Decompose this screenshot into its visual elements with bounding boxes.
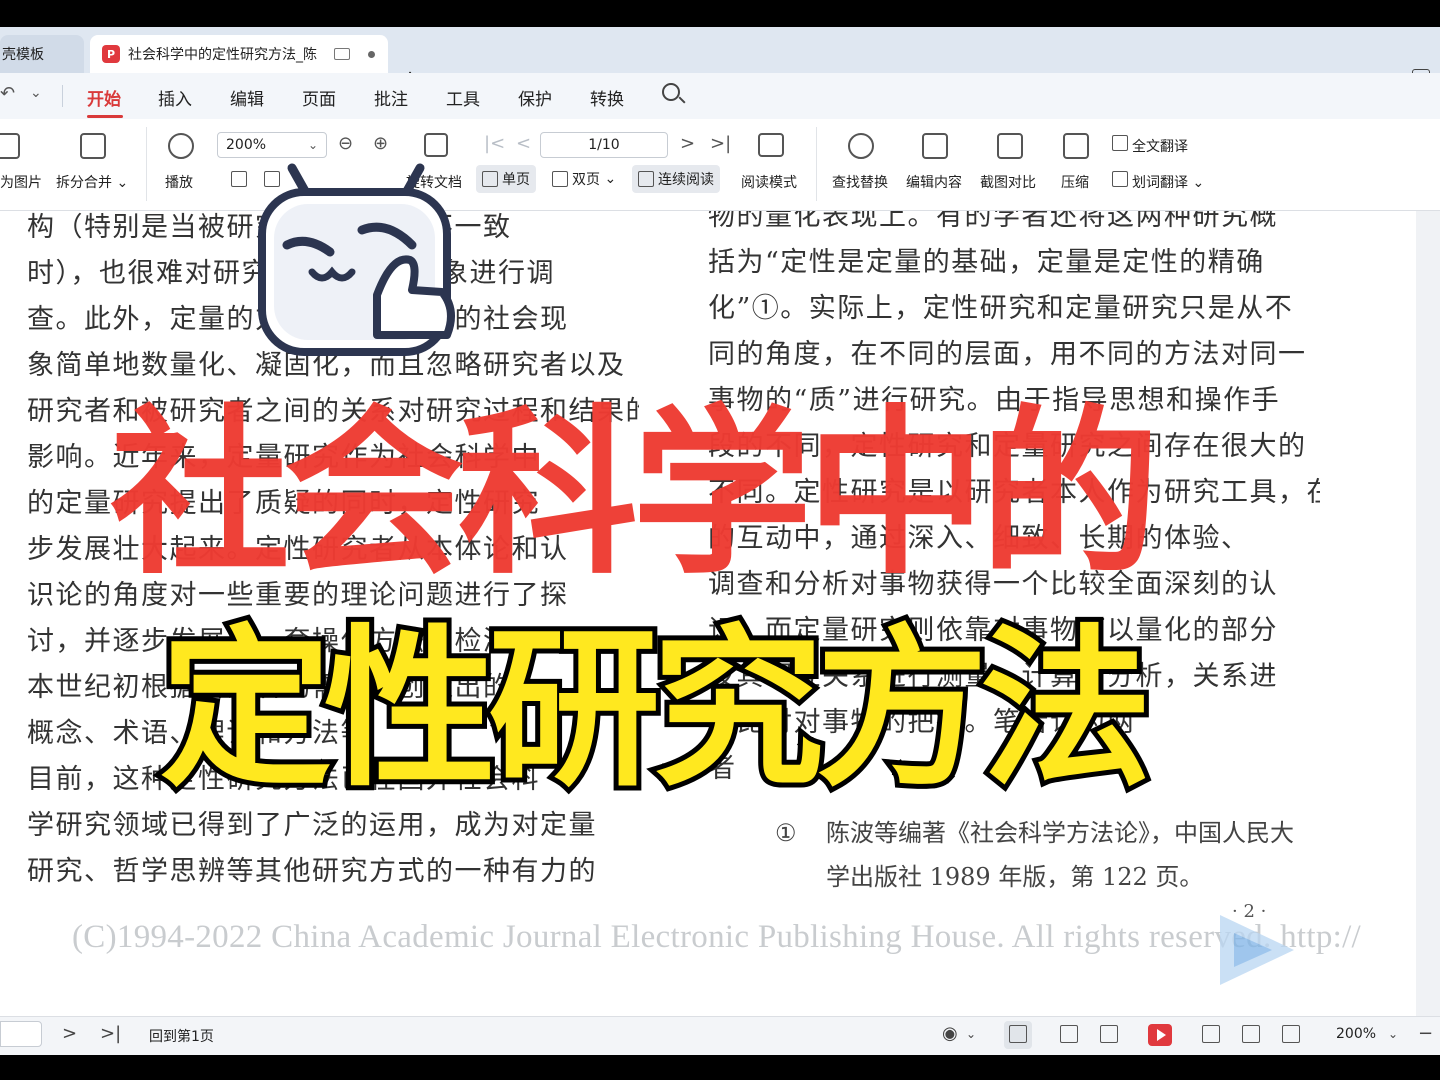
fit-width-icon[interactable] bbox=[1202, 1025, 1220, 1043]
eye-icon[interactable]: ◉ bbox=[942, 1023, 958, 1044]
double-page-icon bbox=[552, 171, 568, 187]
footnote-line: 陈波等编著《社会科学方法论》，中国人民大 bbox=[826, 819, 1294, 847]
rotate-icon[interactable] bbox=[424, 133, 448, 157]
text-line: 物的量化表现上。有的学者还将这两种研究概 bbox=[708, 211, 1278, 232]
split-merge-label[interactable]: 拆分合并 ⌄ bbox=[56, 172, 128, 192]
translate-icon bbox=[1112, 135, 1128, 151]
overlay-title-yellow: 定性研究方法 bbox=[155, 605, 1157, 815]
to-image-icon[interactable] bbox=[0, 133, 20, 159]
play-label[interactable]: 播放 bbox=[165, 172, 193, 192]
menu-annotate[interactable]: 批注 bbox=[374, 85, 408, 110]
to-image-label[interactable]: 为图片 bbox=[0, 172, 42, 192]
mascot-sticker-icon bbox=[258, 163, 455, 356]
monitor-icon bbox=[334, 48, 350, 60]
find-replace-icon[interactable] bbox=[848, 133, 874, 159]
play-watermark-icon bbox=[1220, 915, 1294, 985]
overlay-title-red: 社会科学中的 bbox=[110, 390, 1160, 599]
menu-page[interactable]: 页面 bbox=[302, 85, 336, 110]
play-slideshow-icon[interactable] bbox=[1148, 1024, 1172, 1046]
tab-template[interactable]: 壳模板 bbox=[0, 35, 84, 73]
footnote-mark: ① bbox=[775, 819, 797, 847]
find-replace-label[interactable]: 查找替换 bbox=[832, 172, 888, 192]
tab-document-label: 社会科学中的定性研究方法_陈 bbox=[128, 47, 317, 63]
copyright-watermark: (C)1994-2022 China Academic Journal Elec… bbox=[72, 919, 1362, 955]
window-bottom-bar bbox=[0, 1055, 1440, 1080]
search-icon[interactable] bbox=[662, 83, 680, 101]
toolbar-divider bbox=[816, 127, 817, 201]
word-translate-icon bbox=[1112, 171, 1128, 187]
zoom-out-icon[interactable]: ⊖ bbox=[338, 133, 353, 154]
read-mode-icon[interactable] bbox=[758, 133, 784, 157]
play-icon[interactable] bbox=[168, 133, 194, 159]
tab-document[interactable]: P 社会科学中的定性研究方法_陈 bbox=[90, 35, 388, 73]
menu-active-underline bbox=[87, 115, 123, 118]
continuous-read-icon bbox=[638, 171, 654, 187]
edit-content-label[interactable]: 编辑内容 bbox=[906, 172, 962, 192]
menu-tools[interactable]: 工具 bbox=[446, 85, 480, 110]
unsaved-dot-icon[interactable] bbox=[368, 50, 375, 58]
menu-edit[interactable]: 编辑 bbox=[230, 85, 264, 110]
continuous-view-icon bbox=[1009, 1025, 1027, 1043]
ribbon-toolbar: 为图片 拆分合并 ⌄ 播放 200% ⌄ ⊖ ⊕ 旋转文档 |< < 1/10 … bbox=[0, 119, 1440, 211]
double-page-view-icon[interactable] bbox=[1100, 1025, 1118, 1043]
full-translate-button[interactable]: 全文翻译 bbox=[1112, 135, 1188, 156]
menu-protect[interactable]: 保护 bbox=[518, 85, 552, 110]
tab-template-label: 壳模板 bbox=[2, 47, 44, 63]
zoom-out-icon[interactable]: − bbox=[1418, 1023, 1433, 1044]
status-bar: > >| 回到第1页 ◉ ⌄ 200% ⌄ − bbox=[0, 1016, 1440, 1055]
tab-strip: 壳模板 P 社会科学中的定性研究方法_陈 + ⌄ bbox=[0, 27, 1440, 93]
single-page-icon bbox=[482, 171, 498, 187]
zoom-level[interactable]: 200% bbox=[1336, 1026, 1376, 1042]
first-page-icon[interactable]: |< bbox=[484, 133, 505, 154]
read-mode-label[interactable]: 阅读模式 bbox=[741, 172, 797, 192]
chevron-down-icon: ⌄ bbox=[307, 138, 318, 152]
single-page-button[interactable]: 单页 bbox=[476, 165, 536, 193]
zoom-in-icon[interactable]: ⊕ bbox=[373, 133, 388, 154]
menu-insert[interactable]: 插入 bbox=[158, 85, 192, 110]
fit-width-icon bbox=[231, 171, 247, 187]
split-merge-icon[interactable] bbox=[80, 133, 106, 159]
next-page-icon[interactable]: > bbox=[62, 1023, 77, 1044]
compress-label[interactable]: 压缩 bbox=[1061, 172, 1089, 192]
undo-dropdown-icon[interactable]: ⌄ bbox=[30, 85, 42, 101]
text-line: 括为“定性是定量的基础，定量是定性的精确 bbox=[708, 247, 1265, 278]
next-page-icon[interactable]: > bbox=[680, 133, 695, 154]
continuous-read-button[interactable]: 连续阅读 bbox=[632, 165, 720, 193]
toolbar-divider bbox=[146, 127, 147, 201]
menu-convert[interactable]: 转换 bbox=[590, 85, 624, 110]
text-line: 化”①。实际上，定性研究和定量研究只是从不 bbox=[708, 293, 1294, 324]
zoom-select[interactable]: 200% ⌄ bbox=[217, 132, 327, 158]
window-top-bar bbox=[0, 0, 1440, 27]
prev-page-icon[interactable]: < bbox=[516, 133, 531, 154]
chevron-down-icon[interactable]: ⌄ bbox=[1388, 1027, 1398, 1041]
double-page-button[interactable]: 双页 ⌄ bbox=[546, 165, 622, 193]
back-to-first-link[interactable]: 回到第1页 bbox=[149, 1026, 214, 1046]
last-page-icon[interactable]: >| bbox=[710, 133, 731, 154]
chevron-down-icon[interactable]: ⌄ bbox=[966, 1027, 976, 1041]
vertical-scrollbar[interactable] bbox=[1416, 211, 1440, 1016]
page-jump-input[interactable] bbox=[0, 1021, 42, 1047]
word-translate-button[interactable]: 划词翻译 ⌄ bbox=[1112, 171, 1204, 192]
last-page-icon[interactable]: >| bbox=[100, 1023, 121, 1044]
pdf-icon: P bbox=[102, 45, 120, 63]
menu-start[interactable]: 开始 bbox=[87, 85, 121, 110]
fit-page-icon[interactable] bbox=[1242, 1025, 1260, 1043]
screenshot-compare-label[interactable]: 截图对比 bbox=[980, 172, 1036, 192]
single-page-view-icon[interactable] bbox=[1060, 1025, 1078, 1043]
edit-content-icon[interactable] bbox=[922, 133, 948, 159]
menu-bar: ↶ ⌄ 开始 插入 编辑 页面 批注 工具 保护 转换 bbox=[0, 73, 1440, 119]
undo-icon[interactable]: ↶ bbox=[0, 83, 15, 104]
text-line: 研究、哲学思辨等其他研究方式的一种有力的 bbox=[27, 856, 597, 887]
actual-size-icon[interactable] bbox=[1282, 1025, 1300, 1043]
text-line: 同的角度，在不同的层面，用不同的方法对同一 bbox=[708, 339, 1307, 370]
screenshot-compare-icon[interactable] bbox=[997, 133, 1023, 159]
footnote-line: 学出版社 1989 年版，第 122 页。 bbox=[826, 863, 1204, 891]
compress-icon[interactable] bbox=[1063, 133, 1089, 159]
page-number-input[interactable]: 1/10 bbox=[540, 132, 668, 158]
zoom-value: 200% bbox=[226, 137, 267, 153]
menu-divider bbox=[62, 85, 63, 107]
